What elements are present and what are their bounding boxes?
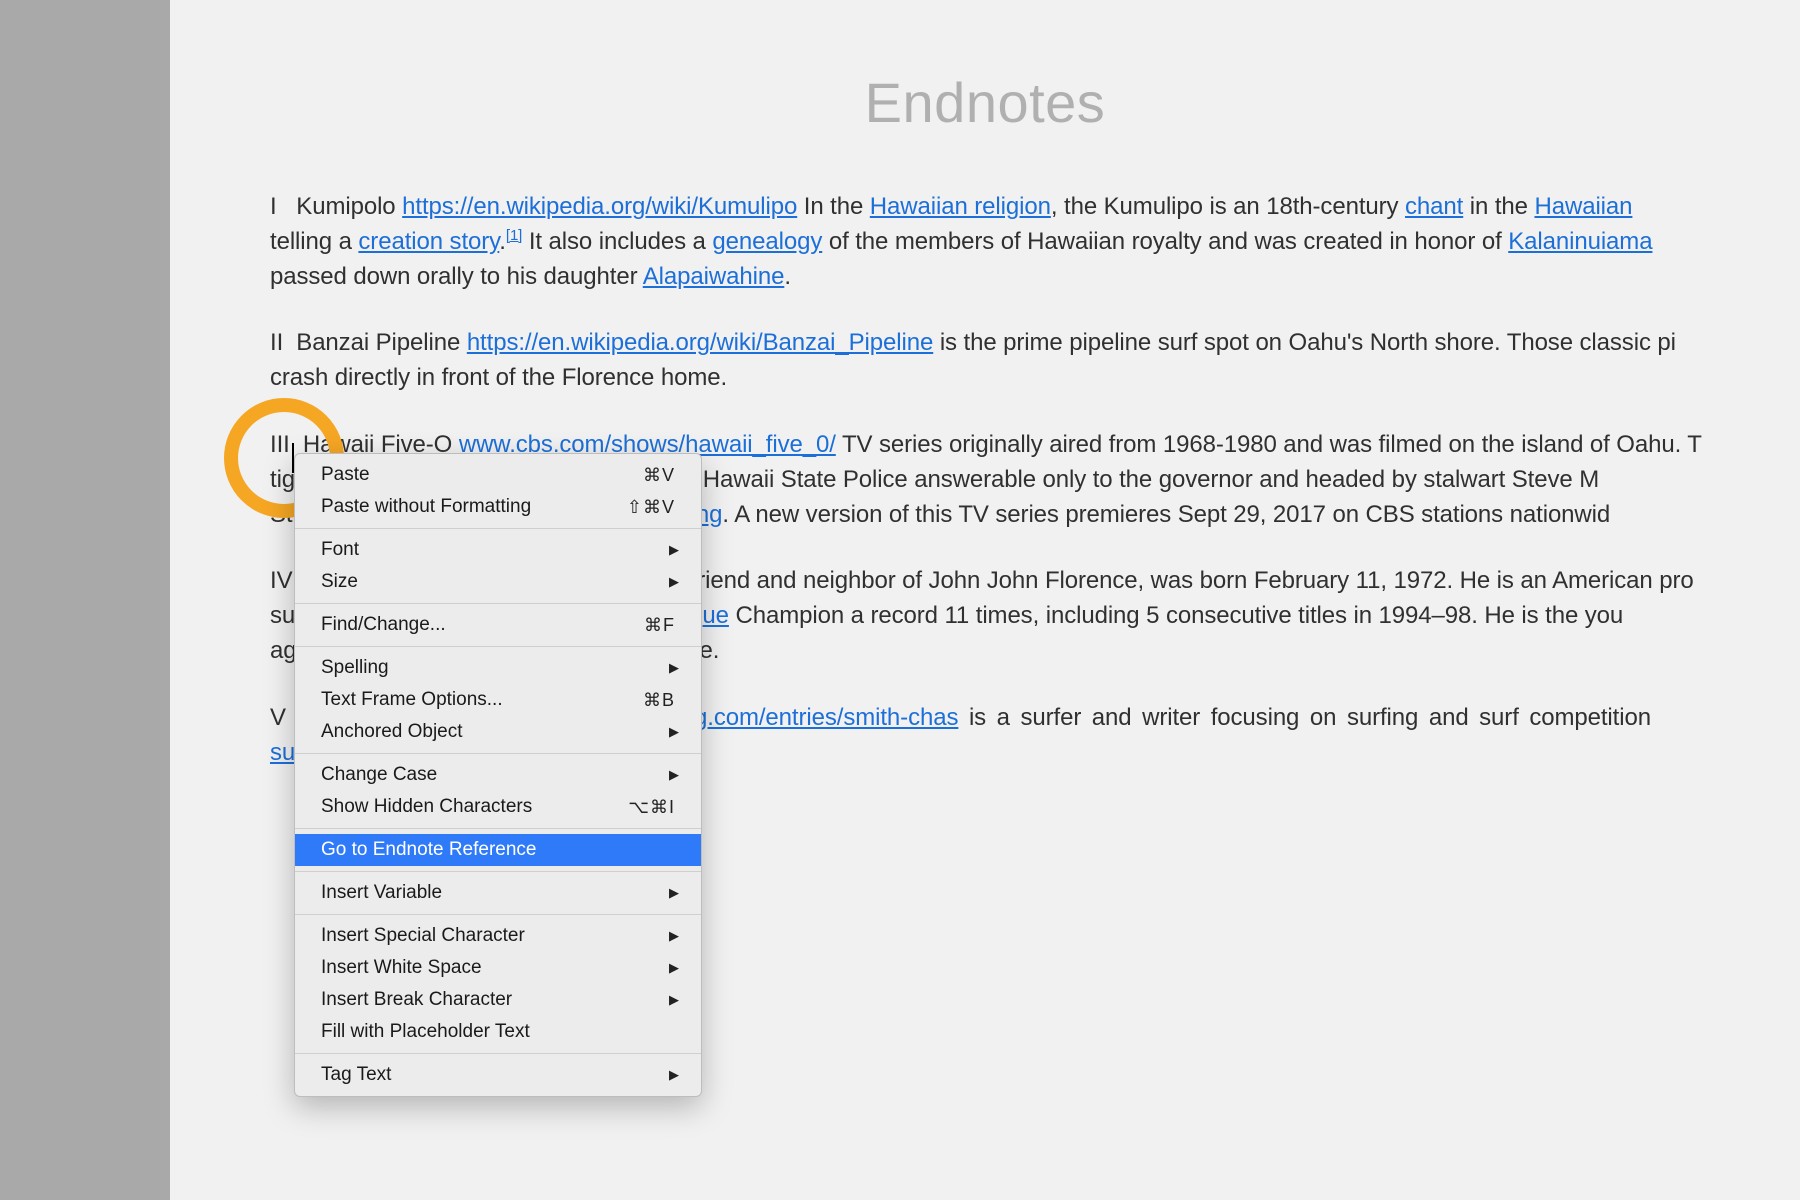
- menu-item-size[interactable]: Size ▶: [295, 566, 701, 598]
- menu-item-insert-variable[interactable]: Insert Variable ▶: [295, 877, 701, 909]
- shortcut-label: ⌘V: [643, 465, 675, 486]
- menu-item-anchored-object[interactable]: Anchored Object ▶: [295, 716, 701, 748]
- endnote-marker: V: [270, 704, 286, 731]
- link-hawaiian-religion[interactable]: Hawaiian religion: [870, 193, 1051, 220]
- submenu-arrow-icon: ▶: [669, 885, 679, 901]
- menu-item-find-change[interactable]: Find/Change... ⌘F: [295, 609, 701, 641]
- menu-separator: [295, 528, 701, 529]
- endnote-2[interactable]: II Banzai Pipeline https://en.wikipedia.…: [270, 326, 1800, 396]
- footnote-ref[interactable]: [1]: [506, 227, 522, 244]
- link-alapaiwahine[interactable]: Alapaiwahine: [643, 263, 785, 290]
- submenu-arrow-icon: ▶: [669, 1067, 679, 1083]
- endnote-marker: IV: [270, 567, 292, 594]
- menu-separator: [295, 753, 701, 754]
- menu-item-insert-white-space[interactable]: Insert White Space ▶: [295, 952, 701, 984]
- menu-item-font[interactable]: Font ▶: [295, 534, 701, 566]
- menu-separator: [295, 646, 701, 647]
- submenu-arrow-icon: ▶: [669, 660, 679, 676]
- link-fragment[interactable]: su: [270, 739, 295, 766]
- link-chant[interactable]: chant: [1405, 193, 1463, 220]
- context-menu[interactable]: Paste ⌘V Paste without Formatting ⇧⌘V Fo…: [294, 453, 702, 1097]
- menu-item-tag-text[interactable]: Tag Text ▶: [295, 1059, 701, 1091]
- endnote-lead: Banzai Pipeline: [296, 329, 460, 356]
- shortcut-label: ⌥⌘I: [628, 797, 675, 818]
- menu-separator: [295, 828, 701, 829]
- menu-item-change-case[interactable]: Change Case ▶: [295, 759, 701, 791]
- endnote-1[interactable]: I Kumipolo https://en.wikipedia.org/wiki…: [270, 190, 1800, 294]
- link-creation-story[interactable]: creation story: [358, 228, 499, 255]
- endnote-lead: Kumipolo: [296, 193, 395, 220]
- menu-item-go-to-endnote-reference[interactable]: Go to Endnote Reference: [295, 834, 701, 866]
- endnote-marker: I: [270, 193, 277, 220]
- submenu-arrow-icon: ▶: [669, 542, 679, 558]
- menu-item-paste-without-formatting[interactable]: Paste without Formatting ⇧⌘V: [295, 491, 701, 523]
- shortcut-label: ⌘F: [644, 615, 675, 636]
- menu-item-fill-placeholder[interactable]: Fill with Placeholder Text: [295, 1016, 701, 1048]
- submenu-arrow-icon: ▶: [669, 928, 679, 944]
- submenu-arrow-icon: ▶: [669, 992, 679, 1008]
- endnote-marker: III: [270, 431, 290, 458]
- menu-separator: [295, 871, 701, 872]
- endnote-link[interactable]: https://en.wikipedia.org/wiki/Kumulipo: [402, 193, 797, 220]
- page-title: Endnotes: [170, 70, 1800, 135]
- submenu-arrow-icon: ▶: [669, 724, 679, 740]
- menu-separator: [295, 603, 701, 604]
- menu-separator: [295, 914, 701, 915]
- menu-item-show-hidden-characters[interactable]: Show Hidden Characters ⌥⌘I: [295, 791, 701, 823]
- menu-separator: [295, 1053, 701, 1054]
- menu-item-insert-break-character[interactable]: Insert Break Character ▶: [295, 984, 701, 1016]
- shortcut-label: ⌘B: [643, 690, 675, 711]
- endnote-marker: II: [270, 329, 283, 356]
- shortcut-label: ⇧⌘V: [627, 497, 675, 518]
- endnote-link[interactable]: https://en.wikipedia.org/wiki/Banzai_Pip…: [467, 329, 933, 356]
- submenu-arrow-icon: ▶: [669, 767, 679, 783]
- menu-item-paste[interactable]: Paste ⌘V: [295, 459, 701, 491]
- link-hawaiian[interactable]: Hawaiian: [1534, 193, 1632, 220]
- submenu-arrow-icon: ▶: [669, 960, 679, 976]
- menu-item-spelling[interactable]: Spelling ▶: [295, 652, 701, 684]
- menu-item-insert-special-character[interactable]: Insert Special Character ▶: [295, 920, 701, 952]
- link-kalaninuiama[interactable]: Kalaninuiama: [1508, 228, 1652, 255]
- menu-item-text-frame-options[interactable]: Text Frame Options... ⌘B: [295, 684, 701, 716]
- submenu-arrow-icon: ▶: [669, 574, 679, 590]
- link-genealogy[interactable]: genealogy: [712, 228, 822, 255]
